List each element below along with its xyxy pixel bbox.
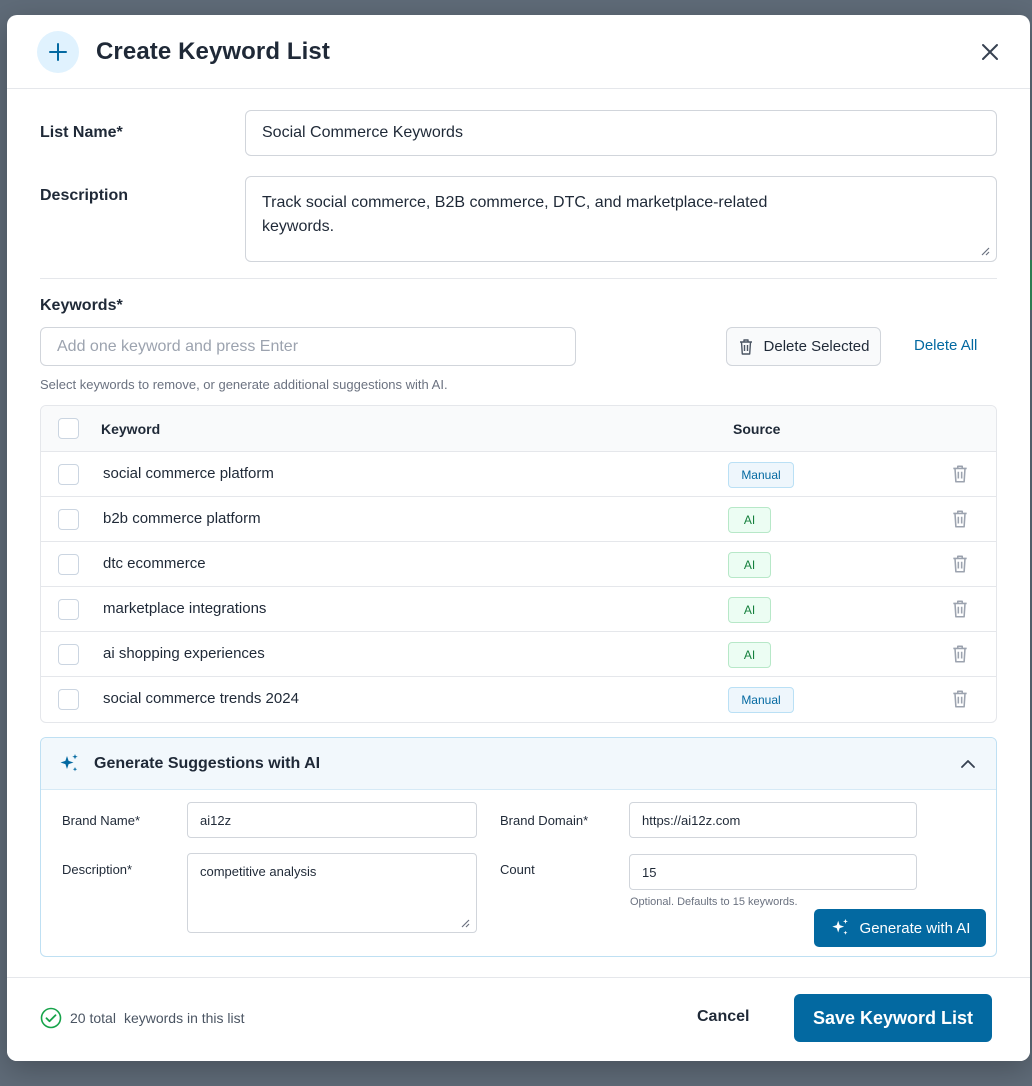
column-header-keyword: Keyword (101, 421, 161, 437)
brand-name-input[interactable] (187, 802, 477, 838)
source-badge: AI (728, 642, 771, 668)
delete-selected-label: Delete Selected (763, 338, 870, 355)
check-circle-icon (40, 1007, 62, 1029)
dialog-title: Create Keyword List (96, 37, 330, 65)
resize-grip-icon[interactable] (980, 246, 990, 256)
description-textarea[interactable]: Track social commerce, B2B commerce, DTC… (245, 176, 997, 262)
create-keyword-list-dialog: Create Keyword List List Name* Descripti… (7, 15, 1030, 1061)
trash-icon[interactable] (951, 554, 969, 574)
keyword-cell: marketplace integrations (103, 600, 267, 617)
total-keyword-suffix: keywords in this list (123, 1010, 245, 1026)
keywords-label: Keywords* (40, 297, 123, 314)
sparkles-icon (60, 753, 78, 771)
table-row: b2b commerce platform AI (41, 497, 996, 542)
description-label: Description (40, 187, 129, 204)
count-hint: Optional. Defaults to 15 keywords. (630, 896, 798, 908)
keyword-cell: social commerce trends 2024 (103, 690, 299, 707)
keyword-cell: ai shopping experiences (103, 645, 265, 662)
table-row: ai shopping experiences AI (41, 632, 996, 677)
source-badge: AI (728, 552, 771, 578)
resize-grip-icon[interactable] (460, 918, 470, 928)
list-name-label: List Name* (40, 124, 123, 141)
keywords-table: Keyword Source social commerce platform M… (40, 405, 997, 723)
cancel-button[interactable]: Cancel (697, 1008, 749, 1026)
source-badge: Manual (728, 462, 794, 488)
close-icon[interactable] (976, 38, 1004, 66)
brand-domain-input[interactable] (629, 802, 917, 838)
ai-suggestions-panel: Generate Suggestions with AI Brand Name*… (40, 737, 997, 957)
select-all-checkbox[interactable] (58, 418, 79, 439)
ai-description-textarea[interactable]: competitive analysis (187, 853, 477, 933)
trash-icon[interactable] (951, 509, 969, 529)
keyword-cell: social commerce platform (103, 465, 274, 482)
row-checkbox[interactable] (58, 599, 79, 620)
list-name-input[interactable] (245, 110, 997, 156)
total-keyword-count: 20 total (70, 1010, 116, 1026)
source-badge: AI (728, 507, 771, 533)
dialog-footer: 20 total keywords in this list Cancel Sa… (7, 977, 1030, 1061)
trash-icon (739, 338, 752, 355)
keyword-input[interactable] (40, 327, 576, 366)
dialog-header: Create Keyword List (7, 15, 1030, 89)
ai-description-label: Description* (62, 862, 133, 877)
section-divider (40, 278, 997, 279)
delete-all-button[interactable]: Delete All (914, 337, 977, 354)
save-keyword-list-button[interactable]: Save Keyword List (794, 994, 992, 1042)
sparkles-icon (831, 918, 848, 935)
brand-name-label: Brand Name* (62, 813, 141, 828)
brand-domain-label: Brand Domain* (500, 813, 589, 828)
column-header-source: Source (733, 421, 781, 437)
count-label: Count (500, 862, 535, 877)
generate-with-ai-label: Generate with AI (859, 919, 971, 937)
table-row: marketplace integrations AI (41, 587, 996, 632)
row-checkbox[interactable] (58, 689, 79, 710)
trash-icon[interactable] (951, 644, 969, 664)
ai-panel-toggle[interactable]: Generate Suggestions with AI (41, 738, 996, 790)
keyword-cell: b2b commerce platform (103, 510, 261, 527)
source-badge: AI (728, 597, 771, 623)
row-checkbox[interactable] (58, 554, 79, 575)
delete-selected-button[interactable]: Delete Selected (726, 327, 881, 366)
row-checkbox[interactable] (58, 644, 79, 665)
table-header: Keyword Source (41, 406, 996, 452)
row-checkbox[interactable] (58, 509, 79, 530)
trash-icon[interactable] (951, 689, 969, 709)
row-checkbox[interactable] (58, 464, 79, 485)
trash-icon[interactable] (951, 464, 969, 484)
chevron-up-icon[interactable] (960, 759, 976, 769)
generate-with-ai-button[interactable]: Generate with AI (814, 909, 986, 947)
plus-icon (37, 30, 79, 73)
table-row: social commerce platform Manual (41, 452, 996, 497)
keyword-count-status: 20 total keywords in this list (40, 1007, 245, 1029)
trash-icon[interactable] (951, 599, 969, 619)
table-row: dtc ecommerce AI (41, 542, 996, 587)
keywords-hint: Select keywords to remove, or generate a… (40, 377, 448, 392)
ai-panel-title: Generate Suggestions with AI (94, 754, 321, 772)
table-row: social commerce trends 2024 Manual (41, 677, 996, 722)
keyword-cell: dtc ecommerce (103, 555, 206, 572)
source-badge: Manual (728, 687, 794, 713)
count-input[interactable] (629, 854, 917, 890)
